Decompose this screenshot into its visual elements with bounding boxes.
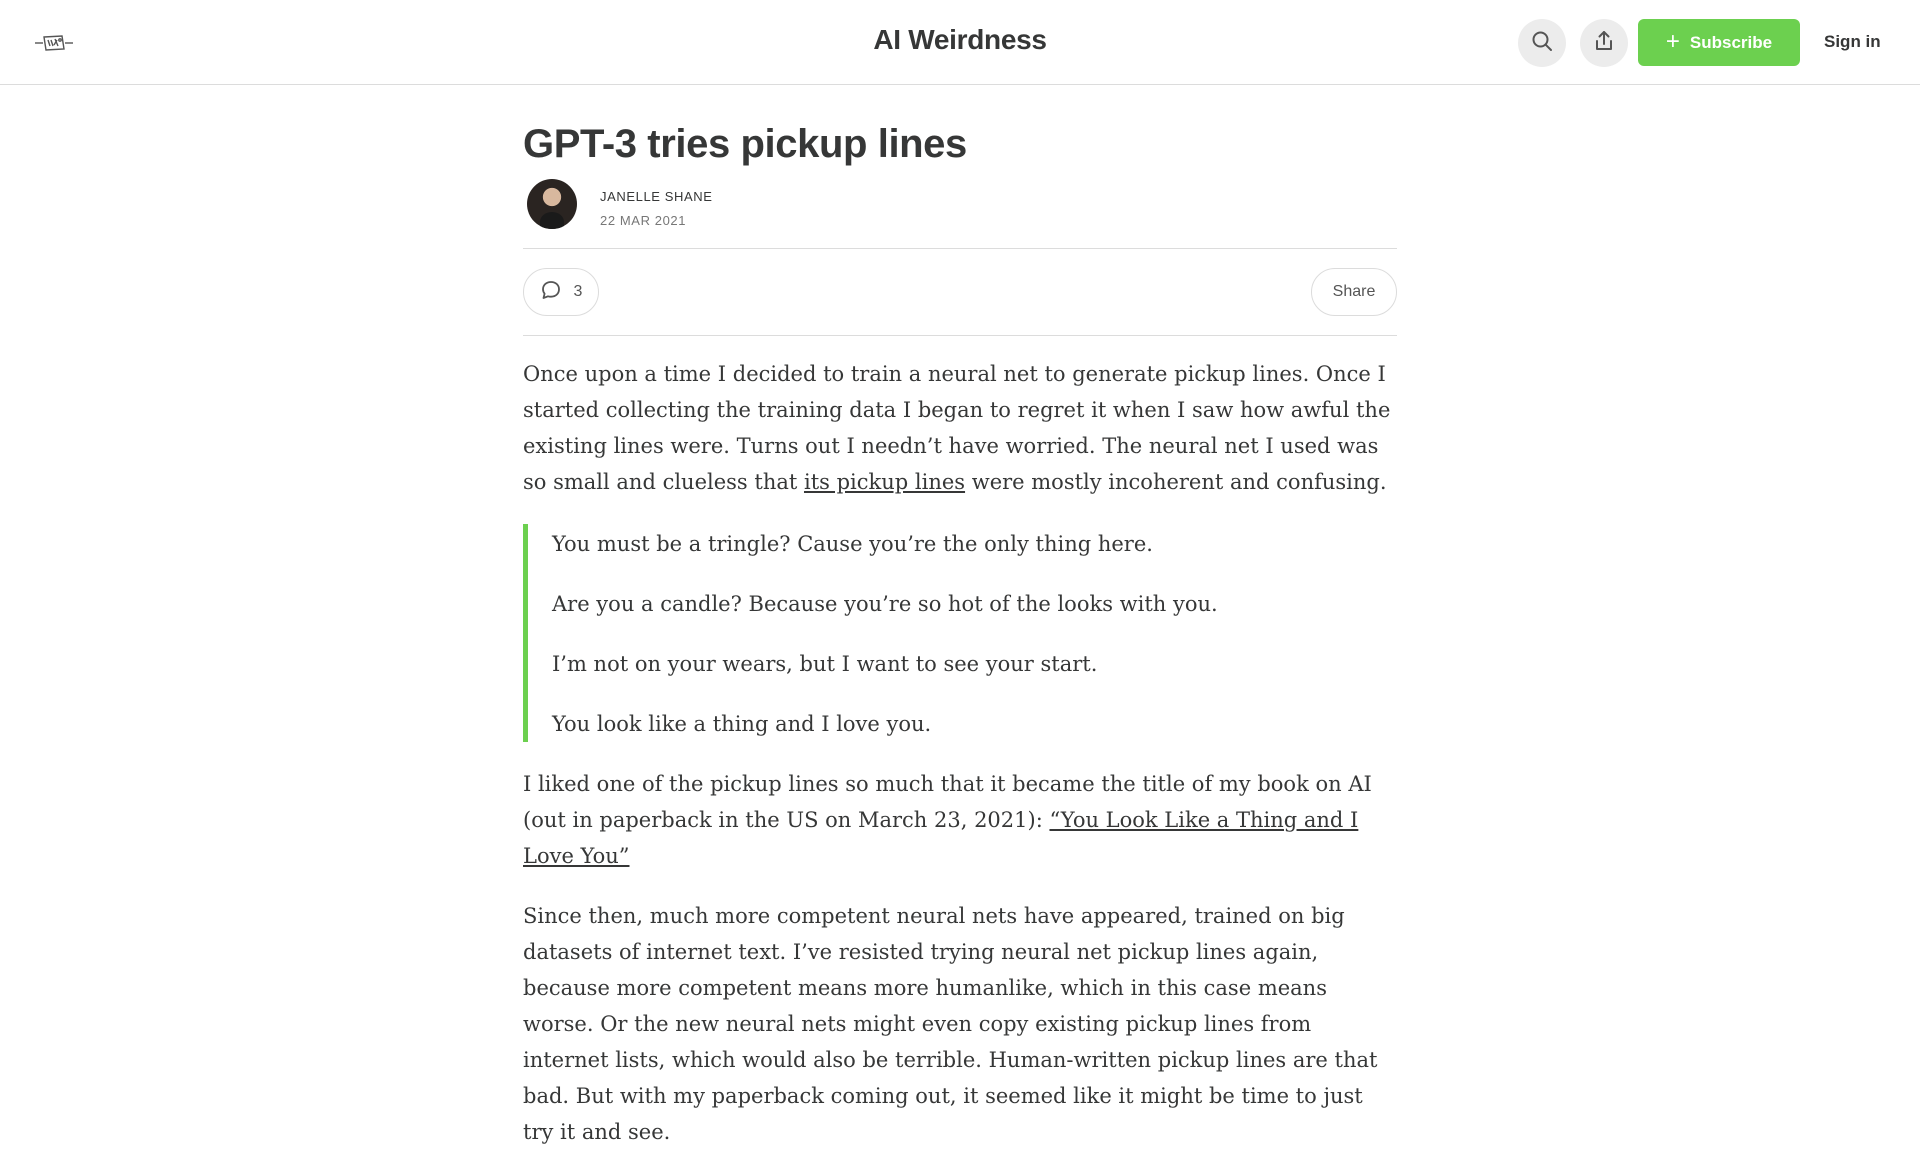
post-article: GPT-3 tries pickup lines JANELLE SHANE 2…	[523, 85, 1397, 1150]
quote-line: You look like a thing and I love you.	[552, 712, 932, 736]
share-upload-icon	[1593, 30, 1615, 57]
divider-bottom	[523, 335, 1397, 336]
publication-title[interactable]: AI Weirdness	[0, 24, 1920, 56]
sign-in-link[interactable]: Sign in	[1824, 32, 1881, 52]
plus-icon: +	[1665, 27, 1680, 55]
subscribe-label: Subscribe	[1689, 32, 1773, 52]
comments-button[interactable]: 3	[523, 268, 599, 316]
quote-line: I’m not on your wears, but I want to see…	[552, 652, 1098, 676]
author-avatar[interactable]	[527, 179, 577, 229]
post-title: GPT-3 tries pickup lines	[523, 122, 967, 166]
paragraph-intro: Once upon a time I decided to train a ne…	[523, 356, 1397, 500]
post-date: 22 MAR 2021	[600, 213, 687, 228]
subscribe-button[interactable]: + Subscribe	[1638, 19, 1800, 66]
search-button[interactable]	[1518, 19, 1566, 67]
top-navbar: AI Weirdness + Subscribe Sign in	[0, 0, 1920, 85]
comment-bubble-icon	[540, 279, 562, 306]
paragraph-since-then: Since then, much more competent neural n…	[523, 904, 1378, 1144]
author-name[interactable]: JANELLE SHANE	[600, 189, 713, 204]
share-button[interactable]: Share	[1311, 268, 1397, 316]
paragraph-intro-end: were mostly incoherent and confusing.	[965, 470, 1387, 494]
its-pickup-lines-link[interactable]: its pickup lines	[804, 470, 965, 494]
quote-line: Are you a candle? Because you’re so hot …	[552, 592, 1218, 616]
comment-count: 3	[573, 283, 583, 300]
pickup-lines-quote: You must be a tringle? Cause you’re the …	[523, 524, 1397, 742]
post-actions: 3 Share	[523, 249, 1397, 335]
share-top-button[interactable]	[1580, 19, 1628, 67]
post-body: Once upon a time I decided to train a ne…	[523, 356, 1397, 1150]
quote-line: You must be a tringle? Cause you’re the …	[552, 532, 1153, 556]
search-icon	[1531, 30, 1553, 57]
paragraph-book: I liked one of the pickup lines so much …	[523, 766, 1397, 874]
byline: JANELLE SHANE 22 MAR 2021	[523, 178, 1397, 248]
